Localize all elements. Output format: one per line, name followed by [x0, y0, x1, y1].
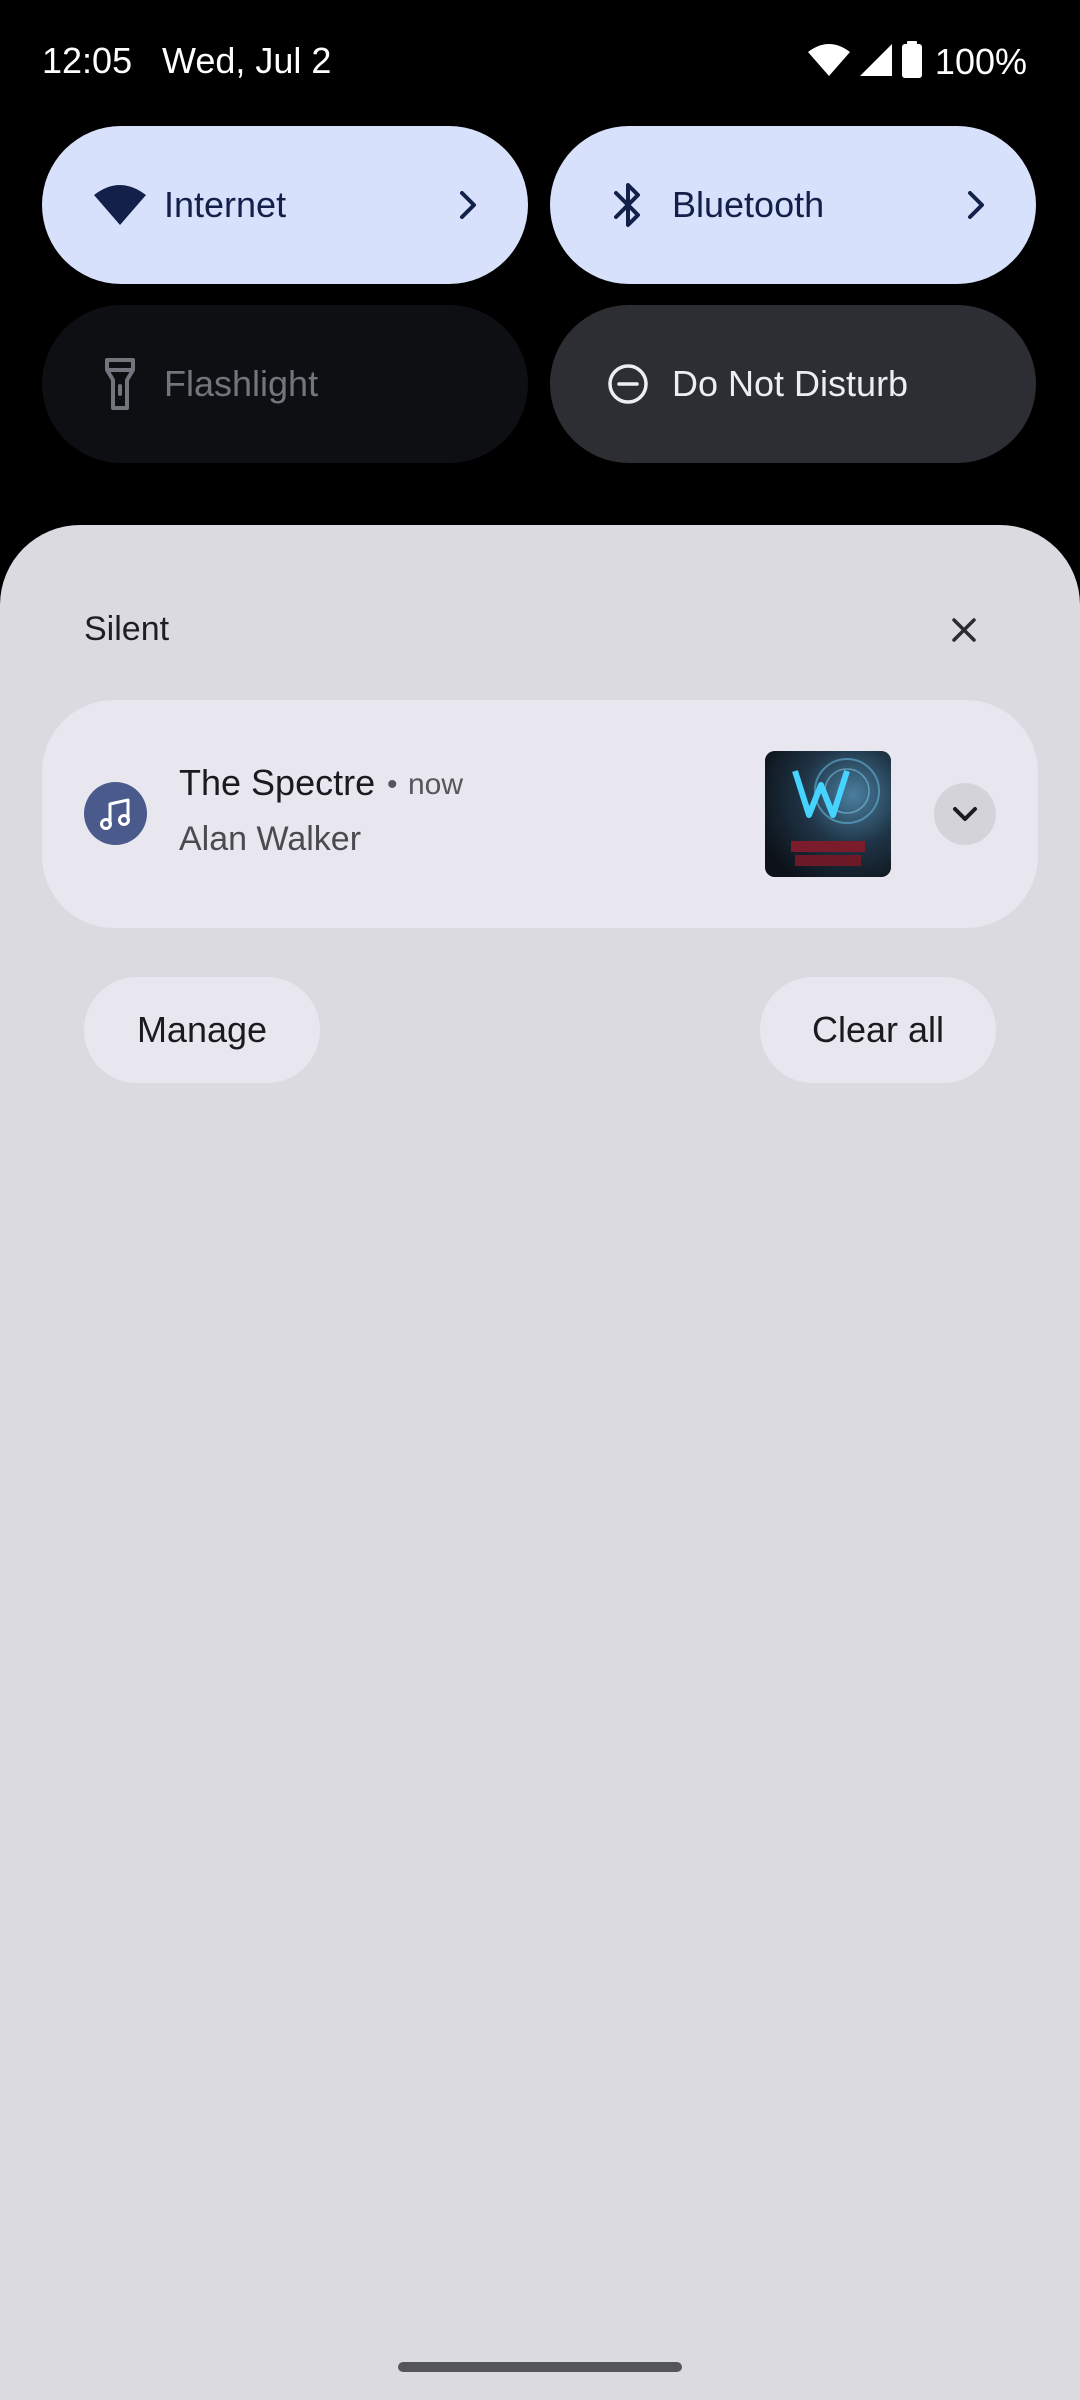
bluetooth-icon — [598, 175, 658, 235]
section-label-silent: Silent — [84, 610, 170, 648]
battery-icon — [901, 40, 923, 84]
manage-button[interactable]: Manage — [84, 977, 320, 1083]
dnd-tile-label: Do Not Disturb — [672, 363, 909, 404]
internet-tile[interactable]: Internet — [42, 126, 528, 284]
notification-title: The Spectre — [179, 762, 376, 803]
status-icons: 100% — [807, 40, 1027, 84]
status-time: 12:05 — [42, 40, 133, 81]
album-art — [765, 751, 891, 877]
home-indicator[interactable] — [398, 2362, 682, 2372]
dnd-icon — [598, 354, 658, 414]
flashlight-icon — [90, 354, 150, 414]
wifi-icon — [807, 42, 851, 83]
bluetooth-tile-label: Bluetooth — [672, 184, 825, 225]
expand-button[interactable] — [934, 783, 996, 845]
dnd-tile[interactable]: Do Not Disturb — [550, 305, 1036, 463]
chevron-right-icon[interactable] — [958, 187, 994, 223]
flashlight-tile[interactable]: Flashlight — [42, 305, 528, 463]
notification-separator: • — [387, 768, 398, 801]
flashlight-tile-label: Flashlight — [164, 363, 319, 404]
bluetooth-tile[interactable]: Bluetooth — [550, 126, 1036, 284]
battery-percent: 100% — [934, 41, 1027, 82]
clear-all-button[interactable]: Clear all — [760, 977, 996, 1083]
notification-artist: Alan Walker — [179, 820, 362, 858]
chevron-right-icon[interactable] — [450, 187, 486, 223]
wifi-icon — [90, 175, 150, 235]
status-date: Wed, Jul 2 — [162, 40, 332, 81]
notification-time: now — [408, 768, 464, 801]
status-bar: 12:05 Wed, Jul 2 100% — [0, 0, 1080, 120]
cellular-signal-icon — [859, 42, 893, 83]
close-icon[interactable] — [944, 610, 984, 650]
internet-tile-label: Internet — [164, 184, 287, 225]
music-note-icon — [84, 782, 147, 845]
